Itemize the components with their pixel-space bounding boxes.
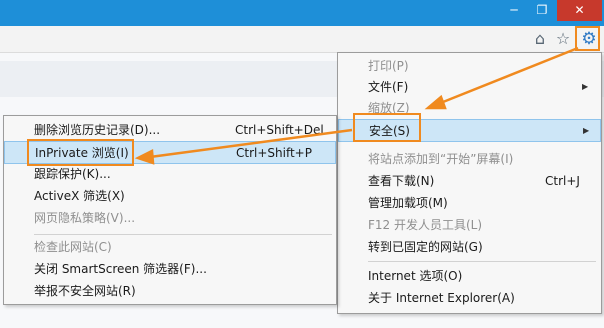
- submenu-item-privacy-policy[interactable]: 网页隐私策略(V)...: [4, 207, 336, 229]
- favorites-star-icon[interactable]: ☆: [553, 29, 573, 49]
- menu-item-label: ActiveX 筛选(X): [34, 189, 125, 203]
- submenu-arrow-icon: ▶: [582, 82, 589, 91]
- title-bar: ─ ❐ ✕: [0, 0, 604, 26]
- menu-item-label: 检查此网站(C): [34, 240, 112, 254]
- menu-item-add-to-start[interactable]: 将站点添加到“开始”屏幕(I): [338, 148, 601, 170]
- menu-item-shortcut: Ctrl+Shift+Del: [235, 123, 324, 137]
- menu-item-print[interactable]: 打印(P): [338, 55, 601, 77]
- menu-item-label: 跟踪保护(K)...: [34, 167, 111, 181]
- close-button[interactable]: ✕: [557, 0, 602, 21]
- menu-item-internet-options[interactable]: Internet 选项(O): [338, 265, 601, 287]
- home-icon[interactable]: ⌂: [530, 29, 550, 49]
- menu-item-shortcut: Ctrl+J: [545, 174, 580, 188]
- inprivate-annotation-box: [27, 139, 134, 166]
- submenu-item-report-unsafe[interactable]: 举报不安全网站(R): [4, 280, 336, 302]
- menu-item-label: 删除浏览历史记录(D)...: [34, 123, 161, 137]
- menu-item-label: 转到已固定的网站(G): [368, 240, 483, 254]
- command-bar: ⌂ ☆ ⚙: [0, 26, 604, 53]
- submenu-item-check-site[interactable]: 检查此网站(C): [4, 236, 336, 258]
- menu-item-label: 举报不安全网站(R): [34, 284, 136, 298]
- maximize-button[interactable]: ❐: [528, 0, 556, 21]
- menu-item-label: 查看下载(N): [368, 174, 435, 188]
- submenu-item-smartscreen[interactable]: 关闭 SmartScreen 筛选器(F)...: [4, 258, 336, 280]
- menu-item-about-ie[interactable]: 关于 Internet Explorer(A): [338, 287, 601, 309]
- menu-item-view-downloads[interactable]: 查看下载(N) Ctrl+J: [338, 170, 601, 192]
- menu-item-pinned-sites[interactable]: 转到已固定的网站(G): [338, 236, 601, 258]
- tools-gear-annotation-box: [575, 26, 600, 51]
- tools-menu: 打印(P) 文件(F) ▶ 缩放(Z) 安全(S) ▶ 将站点添加到“开始”屏幕…: [337, 52, 602, 314]
- minimize-button[interactable]: ─: [500, 0, 528, 21]
- submenu-item-activex-filter[interactable]: ActiveX 筛选(X): [4, 185, 336, 207]
- menu-item-f12-tools[interactable]: F12 开发人员工具(L): [338, 214, 601, 236]
- menu-separator: [34, 234, 332, 235]
- menu-item-label: 关闭 SmartScreen 筛选器(F)...: [34, 262, 207, 276]
- menu-item-file[interactable]: 文件(F) ▶: [338, 76, 601, 98]
- menu-item-label: F12 开发人员工具(L): [368, 218, 483, 232]
- menu-separator: [368, 261, 596, 262]
- menu-item-label: Internet 选项(O): [368, 269, 463, 283]
- menu-item-label: 打印(P): [368, 59, 409, 73]
- menu-item-label: 将站点添加到“开始”屏幕(I): [368, 152, 514, 166]
- menu-item-label: 管理加载项(M): [368, 196, 448, 210]
- menu-item-label: 关于 Internet Explorer(A): [368, 291, 515, 305]
- menu-item-label: 文件(F): [368, 80, 409, 94]
- submenu-item-delete-history[interactable]: 删除浏览历史记录(D)... Ctrl+Shift+Del: [4, 119, 336, 141]
- menu-item-shortcut: Ctrl+Shift+P: [236, 146, 312, 160]
- safety-annotation-box: [353, 113, 421, 142]
- submenu-item-tracking-protection[interactable]: 跟踪保护(K)...: [4, 163, 336, 185]
- menu-item-label: 网页隐私策略(V)...: [34, 211, 136, 225]
- menu-item-manage-addons[interactable]: 管理加载项(M): [338, 192, 601, 214]
- submenu-arrow-icon: ▶: [583, 126, 590, 135]
